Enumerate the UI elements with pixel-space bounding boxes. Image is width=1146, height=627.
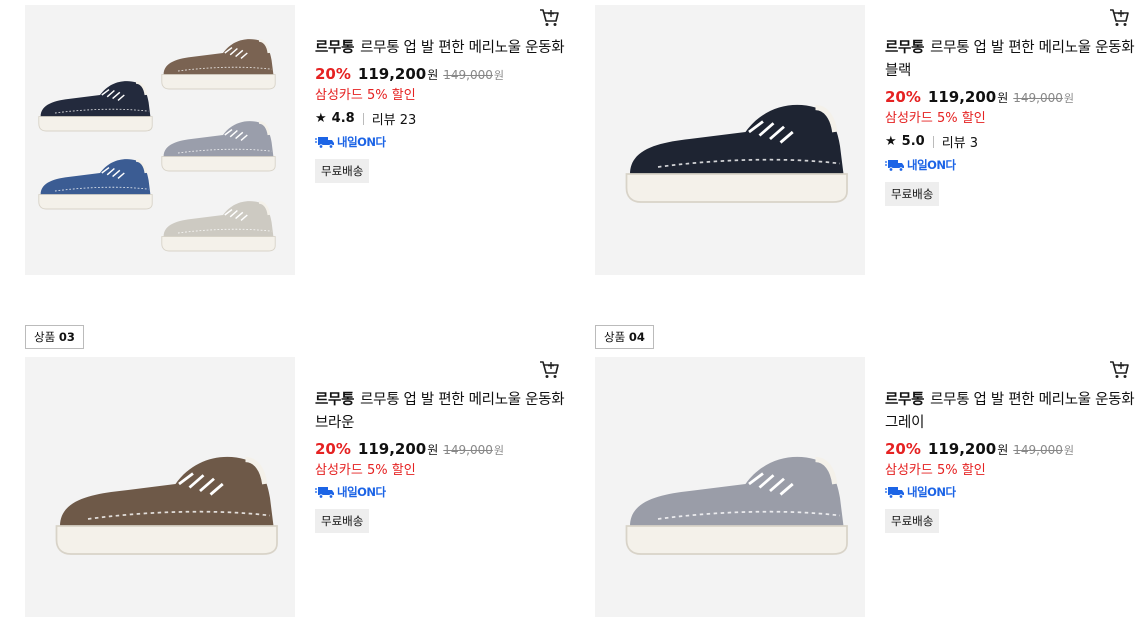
rating-score: 5.0 (901, 134, 925, 149)
product-number-prefix: 상품 (34, 330, 56, 344)
delivery-badge-label: 내일ON다 (907, 158, 956, 172)
price-unit: 원 (427, 443, 439, 457)
shoe-collage-image (37, 37, 277, 253)
product-number-tag: 상품 03 (25, 325, 84, 349)
price-row: 20% 119,200 원 149,000 원 (885, 440, 1135, 458)
card-discount: 삼성카드 5% 할인 (885, 463, 986, 478)
star-icon: ★ (315, 111, 327, 126)
price-unit: 원 (997, 443, 1009, 457)
sale-price: 119,200 (357, 65, 427, 83)
free-shipping-badge: 무료배송 (315, 509, 370, 533)
cart-icon[interactable] (539, 359, 559, 379)
product-number-prefix: 상품 (604, 330, 626, 344)
product-card-1[interactable]: 르무통 르무통 업 발 편한 메리노울 운동화 20% 119,200 원 149… (25, 5, 565, 275)
cart-icon[interactable] (539, 7, 559, 27)
delivery-badge-label: 내일ON다 (337, 135, 386, 149)
delivery-badge: 내일ON다 (885, 484, 1135, 500)
star-icon: ★ (885, 134, 897, 149)
review-count: 리뷰 23 (371, 113, 417, 128)
discount-rate: 20% (885, 88, 921, 106)
product-card-3[interactable]: 르무통 르무통 업 발 편한 메리노울 운동화 브라운 20% 119,200 원… (25, 357, 565, 627)
product-image[interactable] (25, 5, 295, 275)
rating-row[interactable]: ★ 5.0 리뷰 3 (885, 132, 1135, 151)
shoe-image (25, 357, 295, 617)
truck-icon (885, 486, 905, 499)
product-image[interactable] (595, 5, 865, 275)
truck-icon (315, 486, 335, 499)
free-shipping-badge: 무료배송 (315, 159, 370, 183)
original-price: 149,000 (443, 68, 493, 82)
product-name: 르무통 업 발 편한 메리노울 운동화 (360, 40, 565, 56)
divider (932, 135, 934, 148)
brand-name: 르무통 (315, 392, 355, 408)
card-discount: 삼성카드 5% 할인 (315, 463, 416, 478)
shoe-image (595, 5, 865, 275)
original-price: 149,000 (443, 443, 493, 457)
product-number: 04 (628, 330, 645, 344)
brand-name: 르무통 (885, 392, 925, 408)
rating-row[interactable]: ★ 4.8 리뷰 23 (315, 109, 565, 128)
free-shipping-badge: 무료배송 (885, 182, 940, 206)
delivery-badge-label: 내일ON다 (337, 485, 386, 499)
rating-score: 4.8 (331, 111, 355, 126)
product-title[interactable]: 르무통 르무통 업 발 편한 메리노울 운동화 (315, 37, 565, 60)
sale-price: 119,200 (927, 88, 997, 106)
delivery-badge: 내일ON다 (315, 484, 565, 500)
price-row: 20% 119,200 원 149,000 원 (885, 88, 1135, 106)
product-card-2[interactable]: 르무통 르무통 업 발 편한 메리노울 운동화 블랙 20% 119,200 원 … (595, 5, 1135, 275)
product-title[interactable]: 르무통 르무통 업 발 편한 메리노울 운동화 블랙 (885, 37, 1135, 83)
delivery-badge: 내일ON다 (315, 134, 565, 150)
product-card-4[interactable]: 르무통 르무통 업 발 편한 메리노울 운동화 그레이 20% 119,200 원… (595, 357, 1135, 627)
review-count: 리뷰 3 (941, 136, 979, 151)
divider (362, 112, 364, 125)
price-row: 20% 119,200 원 149,000 원 (315, 440, 565, 458)
cart-icon[interactable] (1109, 7, 1129, 27)
product-info: 르무통 르무통 업 발 편한 메리노울 운동화 브라운 20% 119,200 원… (315, 389, 565, 533)
product-info: 르무통 르무통 업 발 편한 메리노울 운동화 20% 119,200 원 149… (315, 37, 565, 183)
discount-rate: 20% (315, 65, 351, 83)
delivery-badge: 내일ON다 (885, 157, 1135, 173)
discount-rate: 20% (315, 440, 351, 458)
product-title[interactable]: 르무통 르무통 업 발 편한 메리노울 운동화 그레이 (885, 389, 1135, 435)
cart-icon[interactable] (1109, 359, 1129, 379)
product-number: 03 (58, 330, 75, 344)
product-info: 르무통 르무통 업 발 편한 메리노울 운동화 그레이 20% 119,200 원… (885, 389, 1135, 533)
price-unit: 원 (427, 68, 439, 82)
truck-icon (315, 136, 335, 149)
original-price-unit: 원 (1063, 444, 1075, 457)
product-image[interactable] (25, 357, 295, 617)
product-title[interactable]: 르무통 르무통 업 발 편한 메리노울 운동화 브라운 (315, 389, 565, 435)
card-discount: 삼성카드 5% 할인 (885, 111, 986, 126)
free-shipping-badge: 무료배송 (885, 509, 940, 533)
original-price: 149,000 (1013, 91, 1063, 105)
sale-price: 119,200 (927, 440, 997, 458)
product-image[interactable] (595, 357, 865, 617)
discount-rate: 20% (885, 440, 921, 458)
product-number-tag: 상품 04 (595, 325, 654, 349)
delivery-badge-label: 내일ON다 (907, 485, 956, 499)
shoe-image (595, 357, 865, 617)
original-price-unit: 원 (1063, 92, 1075, 105)
price-row: 20% 119,200 원 149,000 원 (315, 65, 565, 83)
original-price: 149,000 (1013, 443, 1063, 457)
brand-name: 르무통 (885, 40, 925, 56)
original-price-unit: 원 (493, 444, 505, 457)
brand-name: 르무통 (315, 40, 355, 56)
card-discount: 삼성카드 5% 할인 (315, 88, 416, 103)
original-price-unit: 원 (493, 69, 505, 82)
truck-icon (885, 159, 905, 172)
sale-price: 119,200 (357, 440, 427, 458)
price-unit: 원 (997, 91, 1009, 105)
product-info: 르무통 르무통 업 발 편한 메리노울 운동화 블랙 20% 119,200 원 … (885, 37, 1135, 206)
